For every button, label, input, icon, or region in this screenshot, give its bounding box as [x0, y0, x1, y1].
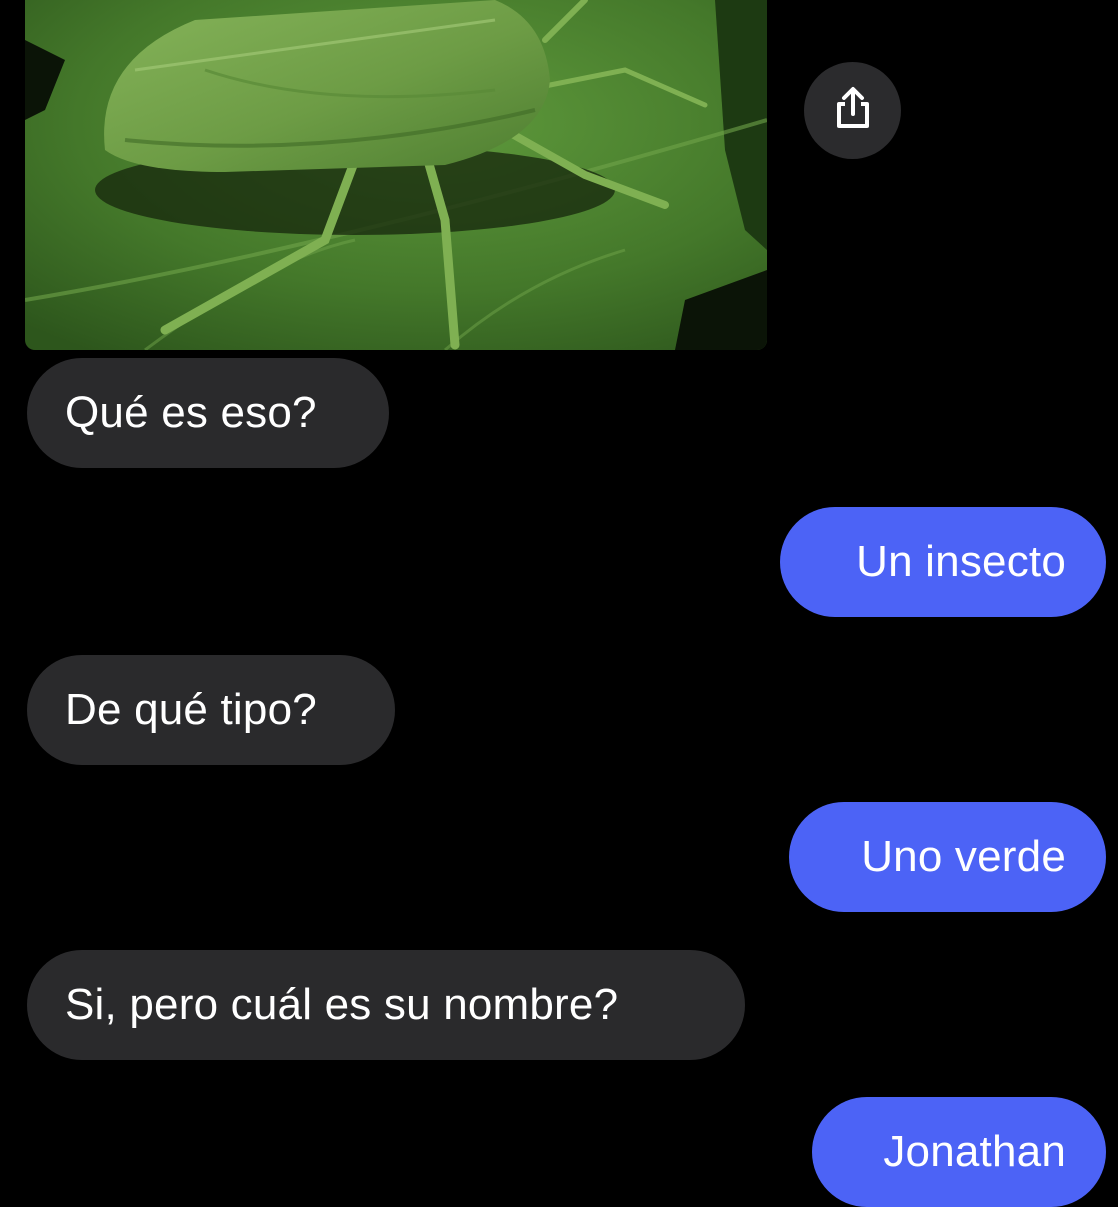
message-text: De qué tipo?: [65, 685, 317, 734]
outgoing-message[interactable]: Un insecto: [780, 507, 1106, 617]
message-text: Qué es eso?: [65, 388, 317, 437]
message-text: Un insecto: [856, 537, 1066, 586]
incoming-message[interactable]: Si, pero cuál es su nombre?: [27, 950, 745, 1060]
message-thread: Qué es eso? Un insecto De qué tipo? Uno …: [0, 0, 1118, 1207]
bug-photo[interactable]: [25, 0, 767, 350]
message-text: Jonathan: [883, 1127, 1066, 1176]
message-text: Uno verde: [861, 832, 1066, 881]
share-icon: [833, 86, 873, 135]
share-button[interactable]: [804, 62, 901, 159]
bug-photo-illustration: [25, 0, 767, 350]
incoming-message[interactable]: Qué es eso?: [27, 358, 389, 468]
outgoing-message[interactable]: Jonathan: [812, 1097, 1106, 1207]
outgoing-message[interactable]: Uno verde: [789, 802, 1106, 912]
incoming-message[interactable]: De qué tipo?: [27, 655, 395, 765]
message-text: Si, pero cuál es su nombre?: [65, 980, 619, 1029]
